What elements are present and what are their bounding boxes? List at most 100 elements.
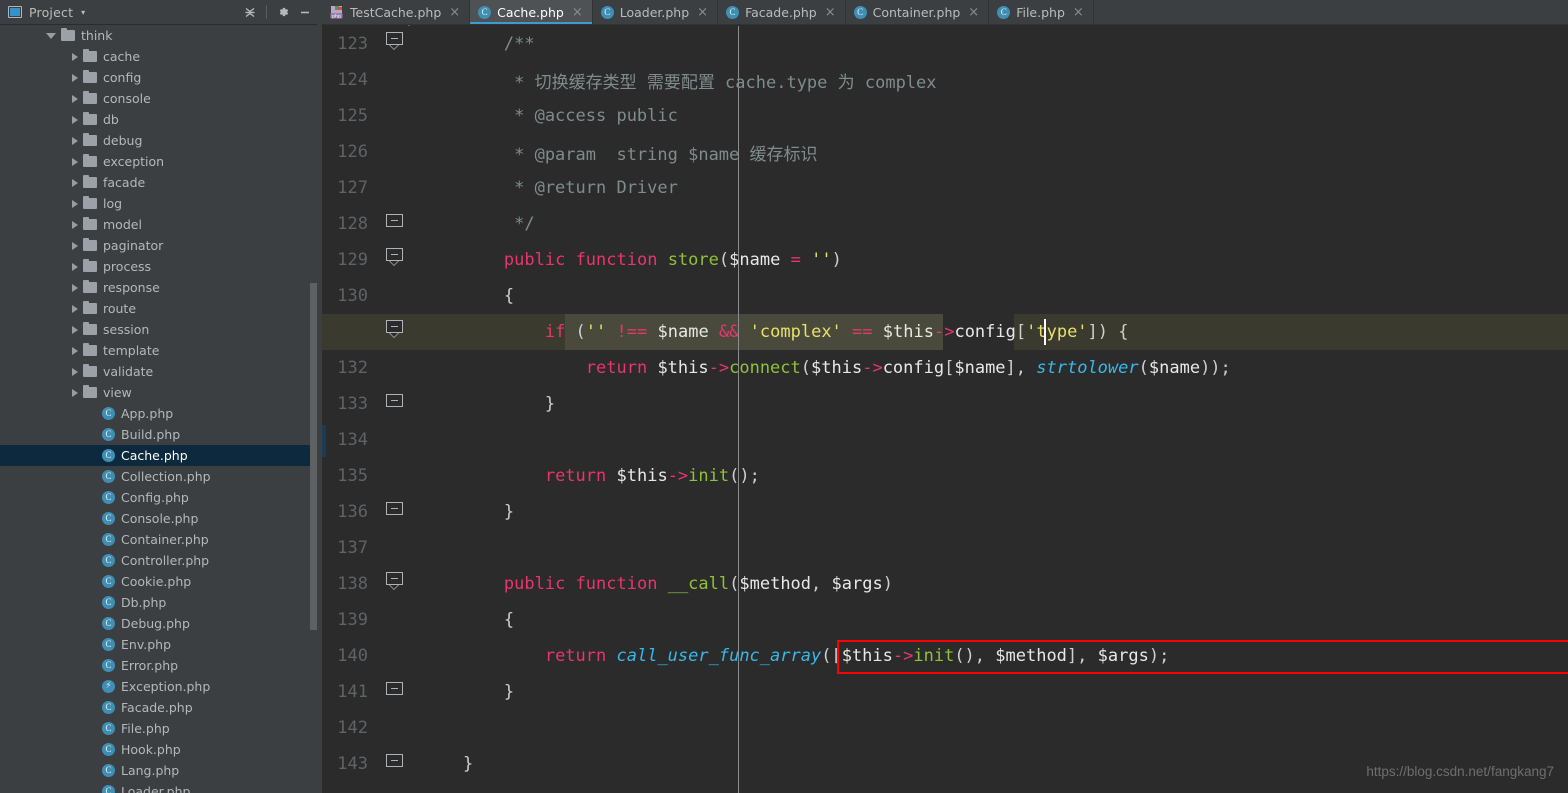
chevron-right-icon[interactable] (72, 179, 78, 187)
close-icon[interactable]: × (449, 6, 460, 19)
fold-gutter[interactable] (384, 386, 422, 422)
tree-folder-row[interactable]: db (0, 109, 322, 130)
code-line[interactable]: 135 return $this->init(); (322, 458, 1568, 494)
chevron-right-icon[interactable] (72, 263, 78, 271)
tree-folder-row[interactable]: cache (0, 46, 322, 67)
tree-folder-row[interactable]: console (0, 88, 322, 109)
chevron-right-icon[interactable] (72, 305, 78, 313)
tree-file-row[interactable]: CConfig.php (0, 487, 322, 508)
fold-gutter[interactable] (384, 170, 422, 206)
close-icon[interactable]: × (697, 6, 708, 19)
editor-tab-bar[interactable]: phpTestCache.php×CCache.php×CLoader.php×… (322, 0, 1568, 25)
code-line[interactable]: 130 { (322, 278, 1568, 314)
tree-folder-row[interactable]: model (0, 214, 322, 235)
tree-file-row[interactable]: CDebug.php (0, 613, 322, 634)
collapse-all-icon[interactable] (239, 2, 261, 22)
editor-tab[interactable]: CCache.php× (470, 0, 593, 24)
chevron-right-icon[interactable] (72, 116, 78, 124)
chevron-right-icon[interactable] (72, 74, 78, 82)
fold-gutter[interactable] (384, 26, 422, 62)
tree-folder-row[interactable]: session (0, 319, 322, 340)
tree-file-row[interactable]: CApp.php (0, 403, 322, 424)
tree-file-row[interactable]: CError.php (0, 655, 322, 676)
code-editor-area[interactable]: 123 /**124 * 切换缓存类型 需要配置 cache.type 为 co… (322, 26, 1568, 793)
fold-start-icon[interactable] (386, 320, 403, 337)
code-line[interactable]: 133 } (322, 386, 1568, 422)
fold-gutter[interactable] (384, 494, 422, 530)
fold-start-icon[interactable] (386, 572, 403, 589)
fold-gutter[interactable] (384, 674, 422, 710)
chevron-right-icon[interactable] (72, 326, 78, 334)
fold-gutter[interactable] (384, 530, 422, 566)
fold-gutter[interactable] (384, 710, 422, 746)
fold-gutter[interactable] (384, 458, 422, 494)
fold-gutter[interactable] (384, 62, 422, 98)
close-icon[interactable]: × (968, 6, 979, 19)
fold-gutter[interactable] (384, 746, 422, 782)
fold-gutter[interactable] (384, 422, 422, 458)
project-file-tree[interactable]: thinkcacheconfigconsoledbdebugexceptionf… (0, 25, 322, 793)
chevron-right-icon[interactable] (72, 158, 78, 166)
close-icon[interactable]: × (1073, 6, 1084, 19)
editor-tab[interactable]: CContainer.php× (846, 0, 990, 24)
fold-gutter[interactable] (384, 98, 422, 134)
tree-file-row[interactable]: CFacade.php (0, 697, 322, 718)
tree-folder-row[interactable]: config (0, 67, 322, 88)
tree-folder-row[interactable]: response (0, 277, 322, 298)
editor-tab[interactable]: phpTestCache.php× (322, 0, 470, 24)
chevron-down-icon[interactable]: ▾ (81, 8, 85, 17)
tree-folder-row[interactable]: template (0, 340, 322, 361)
code-line[interactable]: 127 * @return Driver (322, 170, 1568, 206)
fold-gutter[interactable] (384, 638, 422, 674)
tree-folder-row[interactable]: log (0, 193, 322, 214)
chevron-right-icon[interactable] (72, 389, 78, 397)
chevron-right-icon[interactable] (72, 284, 78, 292)
fold-end-icon[interactable] (386, 754, 403, 771)
tree-file-row[interactable]: CController.php (0, 550, 322, 571)
code-line[interactable]: 128 */ (322, 206, 1568, 242)
tree-folder-row[interactable]: think (0, 25, 322, 46)
editor-tab[interactable]: CLoader.php× (593, 0, 718, 24)
chevron-down-icon[interactable] (46, 33, 56, 39)
chevron-right-icon[interactable] (72, 242, 78, 250)
code-line[interactable]: 138 public function __call($method, $arg… (322, 566, 1568, 602)
chevron-right-icon[interactable] (72, 53, 78, 61)
sidebar-scrollbar[interactable] (310, 283, 317, 630)
close-icon[interactable]: × (825, 6, 836, 19)
tree-file-row[interactable]: CConsole.php (0, 508, 322, 529)
chevron-right-icon[interactable] (72, 137, 78, 145)
tree-file-row[interactable]: CEnv.php (0, 634, 322, 655)
tree-file-row[interactable]: CCookie.php (0, 571, 322, 592)
close-icon[interactable]: × (572, 6, 583, 19)
chevron-right-icon[interactable] (72, 347, 78, 355)
fold-gutter[interactable] (384, 206, 422, 242)
tree-file-row[interactable]: Exception.php (0, 676, 322, 697)
fold-start-icon[interactable] (386, 248, 403, 265)
code-line[interactable]: 140 return call_user_func_array([$this->… (322, 638, 1568, 674)
tree-folder-row[interactable]: validate (0, 361, 322, 382)
editor-tab[interactable]: CFacade.php× (718, 0, 846, 24)
code-line[interactable]: 141 } (322, 674, 1568, 710)
tree-folder-row[interactable]: paginator (0, 235, 322, 256)
chevron-right-icon[interactable] (72, 221, 78, 229)
tree-file-row[interactable]: CDb.php (0, 592, 322, 613)
tree-folder-row[interactable]: facade (0, 172, 322, 193)
fold-gutter[interactable] (384, 278, 422, 314)
tree-folder-row[interactable]: exception (0, 151, 322, 172)
code-line[interactable]: 124 * 切换缓存类型 需要配置 cache.type 为 complex (322, 62, 1568, 98)
code-line[interactable]: 134 (322, 422, 1568, 458)
tree-folder-row[interactable]: debug (0, 130, 322, 151)
minimize-icon[interactable] (294, 2, 316, 22)
code-line[interactable]: 139 { (322, 602, 1568, 638)
fold-end-icon[interactable] (386, 502, 403, 519)
code-line[interactable]: 137 (322, 530, 1568, 566)
fold-end-icon[interactable] (386, 682, 403, 699)
tree-file-row[interactable]: CCollection.php (0, 466, 322, 487)
fold-gutter[interactable] (384, 134, 422, 170)
tree-folder-row[interactable]: view (0, 382, 322, 403)
editor-tab[interactable]: CFile.php× (989, 0, 1094, 24)
fold-gutter[interactable] (384, 566, 422, 602)
tree-file-row[interactable]: CBuild.php (0, 424, 322, 445)
fold-gutter[interactable] (384, 314, 422, 350)
chevron-right-icon[interactable] (72, 95, 78, 103)
